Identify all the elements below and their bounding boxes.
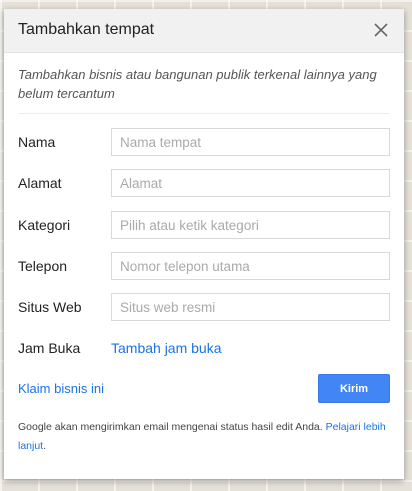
hours-label: Jam Buka — [18, 340, 81, 356]
claim-business-link[interactable]: Klaim bisnis ini — [18, 381, 104, 396]
name-field[interactable] — [111, 128, 390, 156]
close-icon — [374, 23, 388, 37]
dialog-title: Tambahkan tempat — [18, 21, 155, 38]
footer-note: Google akan mengirimkan email mengenai s… — [18, 418, 390, 456]
footer-text: Google akan mengirimkan email mengenai s… — [18, 421, 323, 433]
dialog-header: Tambahkan tempat — [4, 9, 404, 53]
add-place-dialog: Tambahkan tempat Tambahkan bisnis atau b… — [4, 9, 404, 479]
add-hours-link[interactable]: Tambah jam buka — [111, 340, 222, 356]
address-field[interactable] — [111, 169, 390, 197]
category-label: Kategori — [18, 217, 71, 233]
name-label: Nama — [18, 134, 56, 150]
close-button[interactable] — [371, 20, 391, 40]
phone-label: Telepon — [18, 258, 68, 274]
address-label: Alamat — [18, 175, 62, 191]
dialog-subtitle: Tambahkan bisnis atau bangunan publik te… — [18, 67, 377, 101]
category-field[interactable] — [111, 211, 390, 239]
submit-button[interactable]: Kirim — [318, 374, 390, 403]
divider — [18, 113, 390, 114]
footer-period: . — [43, 440, 47, 452]
website-label: Situs Web — [18, 299, 82, 315]
phone-field[interactable] — [111, 252, 390, 280]
website-field[interactable] — [111, 293, 390, 321]
